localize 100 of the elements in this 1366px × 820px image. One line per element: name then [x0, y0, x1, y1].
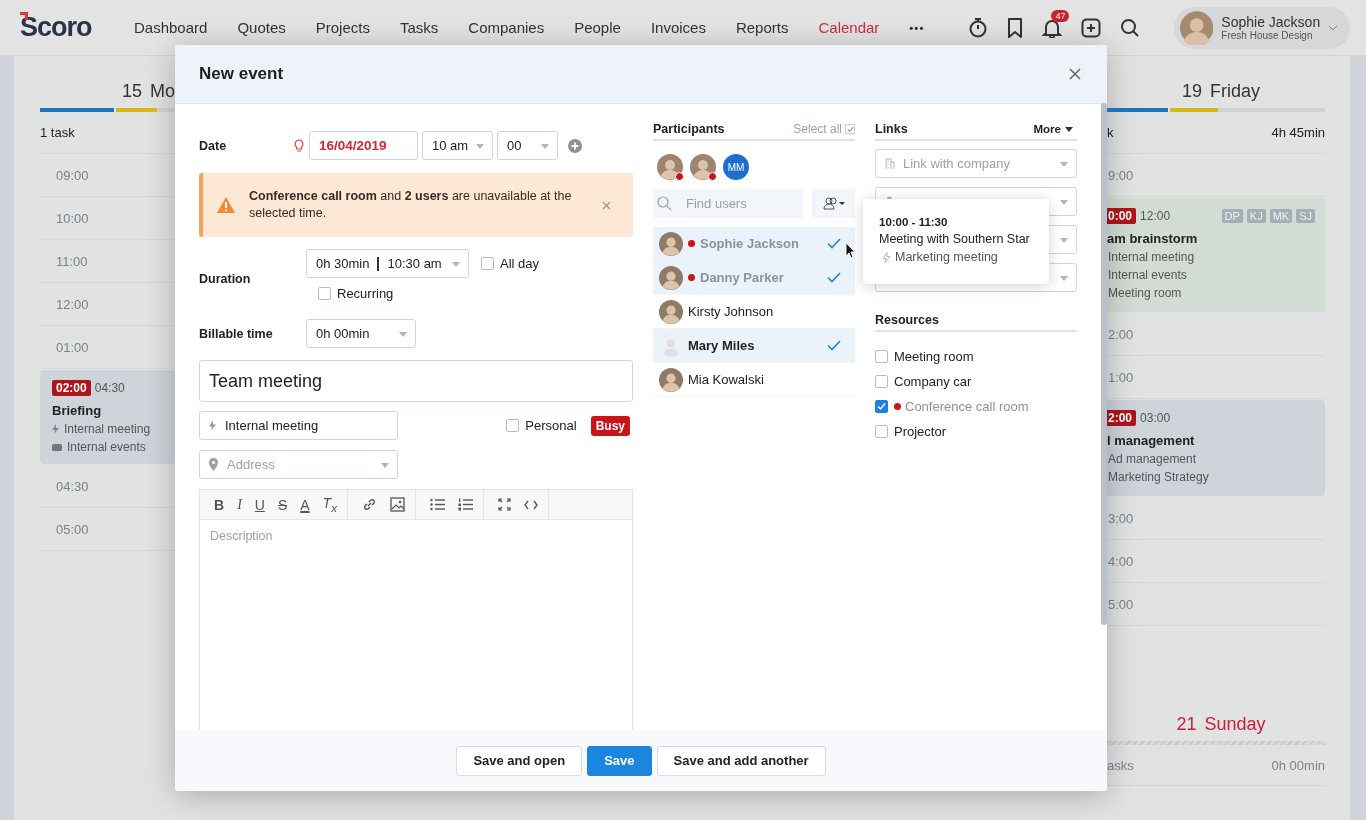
caret-icon — [1065, 126, 1073, 132]
nav-link[interactable]: Projects — [315, 19, 370, 36]
chevron-down-icon — [1328, 24, 1338, 31]
end-time: 12:00 — [1140, 209, 1171, 223]
logo[interactable]: Scoro — [20, 12, 116, 43]
date-field[interactable]: 16/04/2019 — [309, 131, 418, 160]
event-detail: Internal meeting — [1108, 250, 1195, 264]
user-groups-button[interactable] — [812, 189, 855, 218]
format-button[interactable]: U — [254, 496, 265, 513]
format-button[interactable]: T$_{x}$ — [322, 495, 337, 514]
format-button[interactable]: S — [277, 496, 288, 513]
event-detail: Internal events — [1108, 268, 1187, 282]
event-type-field[interactable]: Internal meeting — [199, 411, 398, 440]
nav-link[interactable]: Reports — [735, 19, 789, 36]
checkbox-label: Recurring — [337, 286, 394, 301]
event-card[interactable]: 2:00 03:00 l management Ad management Marketing Strategy — [1107, 400, 1325, 496]
checkbox[interactable] — [845, 124, 855, 134]
search-icon[interactable] — [1120, 17, 1141, 38]
nav-link[interactable]: People — [574, 19, 621, 36]
event-card[interactable]: 02:00 04:30 Briefing Internal meeting Internal events — [40, 370, 175, 464]
code-icon[interactable] — [524, 499, 538, 510]
minute-dropdown[interactable]: 00 — [497, 131, 558, 160]
time-label: 5:00 — [1108, 596, 1134, 612]
start-time: 02:00 — [52, 380, 91, 396]
avatar — [659, 367, 683, 392]
dialog-button[interactable]: Save — [587, 745, 652, 776]
dialog-button[interactable]: Save and open — [456, 745, 583, 776]
checkbox[interactable] — [481, 257, 494, 270]
nav-link[interactable]: Tasks — [399, 19, 439, 36]
format-button[interactable]: B — [214, 496, 225, 513]
total-time: 0h 00min — [1271, 758, 1325, 773]
bell-icon[interactable] — [1042, 17, 1063, 38]
nav-link[interactable]: Dashboard — [134, 19, 208, 36]
nav-link[interactable]: Quotes — [237, 19, 286, 36]
event-card[interactable]: 0:00 12:00 DP KJ MK SJ am brainstorm Internal meeting Internal events Meeting room — [1107, 198, 1325, 312]
dialog-button[interactable]: Save and add another — [656, 745, 826, 776]
time-label: 10:00 — [56, 210, 89, 226]
initials-avatar[interactable]: MM — [723, 154, 749, 180]
event-name-field[interactable]: Team meeting — [199, 360, 633, 402]
format-button[interactable]: A — [300, 496, 310, 513]
event-detail: Meeting room — [1108, 286, 1182, 300]
fullscreen-icon[interactable] — [498, 498, 511, 511]
hour-dropdown[interactable]: 10 am — [422, 131, 493, 160]
link-icon[interactable] — [362, 497, 377, 512]
avatar — [659, 299, 683, 324]
event-title: l management — [1107, 433, 1196, 448]
avatar[interactable] — [657, 154, 683, 180]
start-time: 2:00 — [1107, 410, 1137, 426]
image-icon[interactable] — [390, 497, 405, 512]
building-icon — [885, 157, 895, 170]
tooltip-title: Meeting with Southern Star — [879, 232, 1031, 246]
task-count: k — [1107, 125, 1114, 140]
scrollbar[interactable] — [1101, 103, 1107, 625]
duration-dropdown[interactable]: 0h 30min 10:30 am — [306, 249, 469, 278]
participant-item[interactable]: Mia Kowalski — [653, 363, 855, 397]
checkbox[interactable] — [875, 400, 888, 413]
numbered-list-icon[interactable] — [458, 498, 473, 511]
billable-time-dropdown[interactable]: 0h 00min — [306, 319, 416, 348]
field-label: Duration — [199, 272, 252, 286]
link-placeholder: Link with company — [903, 156, 1010, 171]
participant-item[interactable]: Mary Miles — [653, 329, 855, 363]
bookmark-icon[interactable] — [1007, 17, 1024, 38]
checkbox[interactable] — [875, 375, 888, 388]
users-icon — [822, 197, 845, 210]
participant-initials: DP — [1221, 209, 1243, 223]
event-detail: Internal meeting — [64, 422, 151, 436]
nav-link[interactable]: Companies — [468, 19, 545, 36]
time-label: 4:00 — [1108, 553, 1134, 569]
checkbox[interactable] — [875, 425, 888, 438]
company-name: Fresh House Design — [1221, 30, 1314, 41]
nav-link[interactable]: Calendar — [818, 19, 880, 36]
checkbox[interactable] — [875, 350, 888, 363]
description-editor[interactable]: B I U S A T$_{x}$ Description — [199, 489, 633, 730]
notification-count: 47 — [1051, 9, 1070, 22]
lightning-icon — [52, 424, 59, 434]
bulleted-list-icon[interactable] — [430, 498, 445, 511]
participant-name: Mia Kowalski — [688, 372, 765, 387]
time-label: 05:00 — [56, 521, 89, 537]
user-menu[interactable]: Sophie Jackson Fresh House Design — [1174, 6, 1350, 49]
status-button[interactable]: Busy — [590, 415, 630, 436]
resource-name: Conference call room — [905, 399, 1029, 414]
event-title: am brainstorm — [1107, 231, 1199, 246]
checkbox[interactable] — [318, 287, 331, 300]
nav-link[interactable]: Invoices — [650, 19, 706, 36]
add-icon[interactable] — [1081, 17, 1102, 38]
avatar[interactable] — [690, 154, 716, 180]
checkbox[interactable] — [506, 419, 520, 432]
event-detail: Internal events — [67, 440, 146, 454]
search-placeholder: Find users — [686, 196, 747, 211]
more-menu[interactable]: ••• — [909, 19, 925, 36]
day-number: 15 — [121, 81, 142, 102]
more-dropdown[interactable]: More — [1033, 123, 1073, 135]
checkmark-icon — [827, 238, 841, 249]
close-icon[interactable] — [1069, 68, 1081, 80]
participant-name: Kirsty Johnson — [688, 304, 775, 319]
time-label: 1:00 — [1108, 369, 1134, 385]
tooltip-type: Marketing meeting — [895, 250, 998, 264]
total-time: 4h 45min — [1271, 125, 1325, 140]
stopwatch-icon[interactable] — [968, 16, 989, 39]
format-button[interactable]: I — [237, 496, 242, 513]
